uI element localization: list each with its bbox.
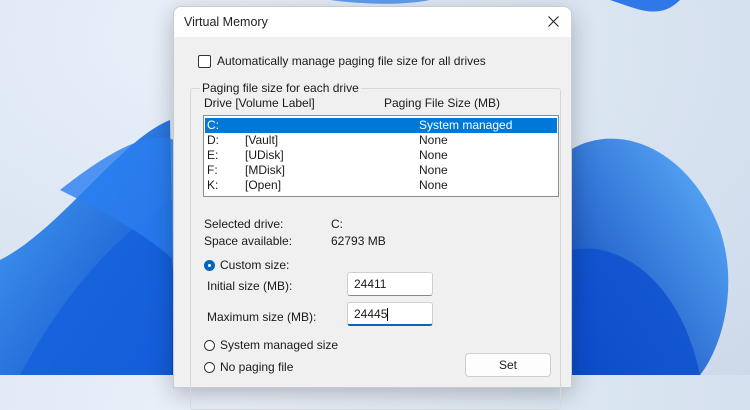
system-managed-option[interactable]: System managed size bbox=[204, 338, 338, 352]
initial-size-input[interactable]: 24411 bbox=[347, 272, 433, 296]
dialog-body: Automatically manage paging file size fo… bbox=[174, 37, 571, 410]
drive-letter: E: bbox=[207, 148, 219, 162]
no-paging-file-label: No paging file bbox=[220, 360, 294, 374]
no-paging-file-radio[interactable] bbox=[204, 361, 215, 373]
drive-paging-size: None bbox=[419, 133, 448, 147]
auto-manage-checkbox[interactable] bbox=[198, 54, 211, 68]
no-paging-file-option[interactable]: No paging file bbox=[204, 360, 293, 374]
drive-volume-label: [Open] bbox=[245, 178, 282, 192]
system-managed-radio[interactable] bbox=[204, 339, 215, 351]
drive-list[interactable]: C: System managed D: [Vault] None E: [UD… bbox=[203, 115, 559, 197]
custom-size-radio[interactable] bbox=[204, 259, 215, 271]
virtual-memory-dialog: Virtual Memory Automatically manage pagi… bbox=[173, 6, 572, 410]
drive-paging-size: System managed bbox=[419, 118, 513, 132]
space-available-value: 62793 MB bbox=[331, 234, 386, 248]
drive-volume-label: [UDisk] bbox=[245, 148, 284, 162]
custom-size-label: Custom size: bbox=[220, 258, 290, 272]
system-managed-label: System managed size bbox=[220, 338, 339, 352]
initial-size-label: Initial size (MB): bbox=[207, 279, 293, 293]
size-column-header: Paging File Size (MB) bbox=[384, 96, 501, 110]
drive-paging-size: None bbox=[419, 178, 448, 192]
drive-row-c[interactable]: C: System managed bbox=[205, 118, 557, 133]
drive-volume-label: [Vault] bbox=[245, 133, 279, 147]
groupbox-legend: Paging file size for each drive bbox=[200, 81, 361, 95]
space-available-label: Space available: bbox=[204, 234, 293, 248]
selected-drive-label: Selected drive: bbox=[204, 217, 284, 231]
drive-row-f[interactable]: F: [MDisk] None bbox=[205, 163, 557, 178]
drive-letter: D: bbox=[207, 133, 219, 147]
maximum-size-input[interactable]: 24445 bbox=[347, 302, 433, 326]
auto-manage-checkbox-row[interactable]: Automatically manage paging file size fo… bbox=[198, 54, 486, 68]
set-button[interactable]: Set bbox=[465, 353, 551, 377]
drive-row-e[interactable]: E: [UDisk] None bbox=[205, 148, 557, 163]
drive-letter: F: bbox=[207, 163, 218, 177]
drive-letter: C: bbox=[207, 118, 219, 132]
drive-volume-label: [MDisk] bbox=[245, 163, 285, 177]
auto-manage-label: Automatically manage paging file size fo… bbox=[217, 54, 486, 68]
maximum-size-value: 24445 bbox=[354, 307, 388, 321]
window-title: Virtual Memory bbox=[184, 15, 268, 29]
close-button[interactable] bbox=[535, 7, 571, 35]
paging-file-groupbox: Paging file size for each drive Drive [V… bbox=[190, 81, 561, 410]
drive-row-d[interactable]: D: [Vault] None bbox=[205, 133, 557, 148]
drive-letter: K: bbox=[207, 178, 219, 192]
drive-column-header: Drive [Volume Label] bbox=[204, 96, 315, 110]
text-caret bbox=[387, 308, 389, 322]
drive-row-k[interactable]: K: [Open] None bbox=[205, 178, 557, 193]
selected-drive-value: C: bbox=[331, 217, 343, 231]
maximum-size-label: Maximum size (MB): bbox=[207, 310, 317, 324]
initial-size-value: 24411 bbox=[354, 277, 387, 291]
drive-paging-size: None bbox=[419, 163, 448, 177]
drive-list-header: Drive [Volume Label] Paging File Size (M… bbox=[204, 96, 558, 112]
close-icon bbox=[547, 15, 559, 27]
custom-size-option[interactable]: Custom size: bbox=[204, 258, 289, 272]
title-bar: Virtual Memory bbox=[174, 7, 571, 37]
drive-paging-size: None bbox=[419, 148, 448, 162]
